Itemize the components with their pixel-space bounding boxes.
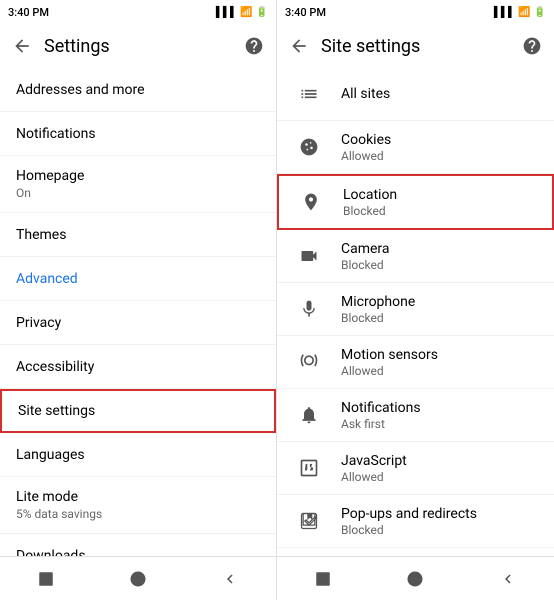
site-item-popups-subtitle: Blocked bbox=[341, 523, 477, 537]
right-battery-icon: 🔋 bbox=[534, 7, 546, 18]
settings-item-homepage-title: Homepage bbox=[16, 168, 260, 184]
settings-item-themes[interactable]: Themes bbox=[0, 213, 276, 257]
settings-item-accessibility-title: Accessibility bbox=[16, 359, 260, 375]
site-item-microphone[interactable]: Microphone Blocked bbox=[277, 283, 554, 336]
left-status-bar: 3:40 PM ▌▌▌ 📶 🔋 bbox=[0, 0, 276, 24]
right-nav-circle[interactable] bbox=[397, 561, 433, 597]
right-toolbar-title: Site settings bbox=[321, 36, 510, 57]
right-nav-square[interactable] bbox=[305, 561, 341, 597]
settings-item-lite-mode-title: Lite mode bbox=[16, 489, 260, 505]
popup-icon bbox=[293, 505, 325, 537]
wifi-icon: 📶 bbox=[240, 7, 252, 18]
site-item-camera-subtitle: Blocked bbox=[341, 258, 390, 272]
site-item-popups-title: Pop-ups and redirects bbox=[341, 506, 477, 522]
settings-item-privacy[interactable]: Privacy bbox=[0, 301, 276, 345]
bell-icon bbox=[293, 399, 325, 431]
right-toolbar: Site settings bbox=[277, 24, 554, 68]
left-nav-circle[interactable] bbox=[120, 561, 156, 597]
site-item-motion-sensors-subtitle: Allowed bbox=[341, 364, 438, 378]
site-item-javascript[interactable]: JavaScript Allowed bbox=[277, 442, 554, 495]
motion-sensors-icon bbox=[293, 346, 325, 378]
settings-item-addresses[interactable]: Addresses and more bbox=[0, 68, 276, 112]
site-item-all-sites[interactable]: All sites bbox=[277, 68, 554, 121]
right-wifi-icon: 📶 bbox=[518, 7, 530, 18]
right-settings-list: All sites Cookies Allowed Location Block… bbox=[277, 68, 554, 556]
left-status-icons: ▌▌▌ 📶 🔋 bbox=[216, 7, 268, 18]
site-item-notifications-subtitle: Ask first bbox=[341, 417, 421, 431]
right-nav-back[interactable] bbox=[490, 561, 526, 597]
list-icon bbox=[293, 78, 325, 110]
site-item-cookies[interactable]: Cookies Allowed bbox=[277, 121, 554, 174]
camera-icon bbox=[293, 240, 325, 272]
settings-item-advanced[interactable]: Advanced bbox=[0, 257, 276, 301]
site-item-location[interactable]: Location Blocked bbox=[277, 174, 554, 230]
right-panel: 3:40 PM ▌▌▌ 📶 🔋 Site settings All sites bbox=[277, 0, 554, 600]
site-item-javascript-subtitle: Allowed bbox=[341, 470, 407, 484]
left-nav-bar bbox=[0, 556, 276, 600]
settings-item-downloads[interactable]: Downloads bbox=[0, 534, 276, 556]
site-item-camera[interactable]: Camera Blocked bbox=[277, 230, 554, 283]
settings-item-advanced-title: Advanced bbox=[16, 271, 260, 287]
left-back-button[interactable] bbox=[8, 32, 36, 60]
left-time: 3:40 PM bbox=[8, 6, 49, 19]
left-panel: 3:40 PM ▌▌▌ 📶 🔋 Settings Addresses and m… bbox=[0, 0, 277, 600]
site-item-popups[interactable]: Pop-ups and redirects Blocked bbox=[277, 495, 554, 548]
settings-item-notifications-title: Notifications bbox=[16, 126, 260, 142]
left-settings-list: Addresses and more Notifications Homepag… bbox=[0, 68, 276, 556]
right-nav-bar bbox=[277, 556, 554, 600]
javascript-icon bbox=[293, 452, 325, 484]
left-nav-square[interactable] bbox=[28, 561, 64, 597]
site-item-cookies-subtitle: Allowed bbox=[341, 149, 391, 163]
left-toolbar: Settings bbox=[0, 24, 276, 68]
settings-item-homepage[interactable]: Homepage On bbox=[0, 156, 276, 213]
site-item-notifications[interactable]: Notifications Ask first bbox=[277, 389, 554, 442]
settings-item-addresses-title: Addresses and more bbox=[16, 82, 260, 98]
right-signal-icon: ▌▌▌ bbox=[494, 7, 515, 18]
site-item-ads[interactable]: Ads Blocked on some sites bbox=[277, 548, 554, 556]
site-item-javascript-title: JavaScript bbox=[341, 453, 407, 469]
settings-item-lite-mode-subtitle: 5% data savings bbox=[16, 507, 260, 521]
settings-item-languages[interactable]: Languages bbox=[0, 433, 276, 477]
right-help-button[interactable] bbox=[518, 32, 546, 60]
settings-item-themes-title: Themes bbox=[16, 227, 260, 243]
settings-item-accessibility[interactable]: Accessibility bbox=[0, 345, 276, 389]
microphone-icon bbox=[293, 293, 325, 325]
signal-icon: ▌▌▌ bbox=[216, 7, 237, 18]
site-item-motion-sensors-title: Motion sensors bbox=[341, 347, 438, 363]
left-help-button[interactable] bbox=[240, 32, 268, 60]
settings-item-site-settings-title: Site settings bbox=[18, 403, 258, 419]
site-item-camera-title: Camera bbox=[341, 241, 390, 257]
left-nav-back[interactable] bbox=[212, 561, 248, 597]
site-item-cookies-title: Cookies bbox=[341, 132, 391, 148]
site-item-microphone-subtitle: Blocked bbox=[341, 311, 415, 325]
site-item-all-sites-title: All sites bbox=[341, 86, 390, 102]
right-status-bar: 3:40 PM ▌▌▌ 📶 🔋 bbox=[277, 0, 554, 24]
location-icon bbox=[295, 186, 327, 218]
right-time: 3:40 PM bbox=[285, 6, 326, 19]
right-status-icons: ▌▌▌ 📶 🔋 bbox=[494, 7, 546, 18]
settings-item-lite-mode[interactable]: Lite mode 5% data savings bbox=[0, 477, 276, 534]
settings-item-notifications[interactable]: Notifications bbox=[0, 112, 276, 156]
cookie-icon bbox=[293, 131, 325, 163]
site-item-notifications-title: Notifications bbox=[341, 400, 421, 416]
right-back-button[interactable] bbox=[285, 32, 313, 60]
settings-item-privacy-title: Privacy bbox=[16, 315, 260, 331]
left-toolbar-title: Settings bbox=[44, 36, 232, 57]
settings-item-downloads-title: Downloads bbox=[16, 548, 260, 557]
site-item-microphone-title: Microphone bbox=[341, 294, 415, 310]
settings-item-languages-title: Languages bbox=[16, 447, 260, 463]
site-item-motion-sensors[interactable]: Motion sensors Allowed bbox=[277, 336, 554, 389]
battery-icon: 🔋 bbox=[256, 7, 268, 18]
site-item-location-title: Location bbox=[343, 187, 397, 203]
settings-item-site-settings[interactable]: Site settings bbox=[0, 389, 276, 433]
site-item-location-subtitle: Blocked bbox=[343, 204, 397, 218]
settings-item-homepage-subtitle: On bbox=[16, 186, 260, 200]
